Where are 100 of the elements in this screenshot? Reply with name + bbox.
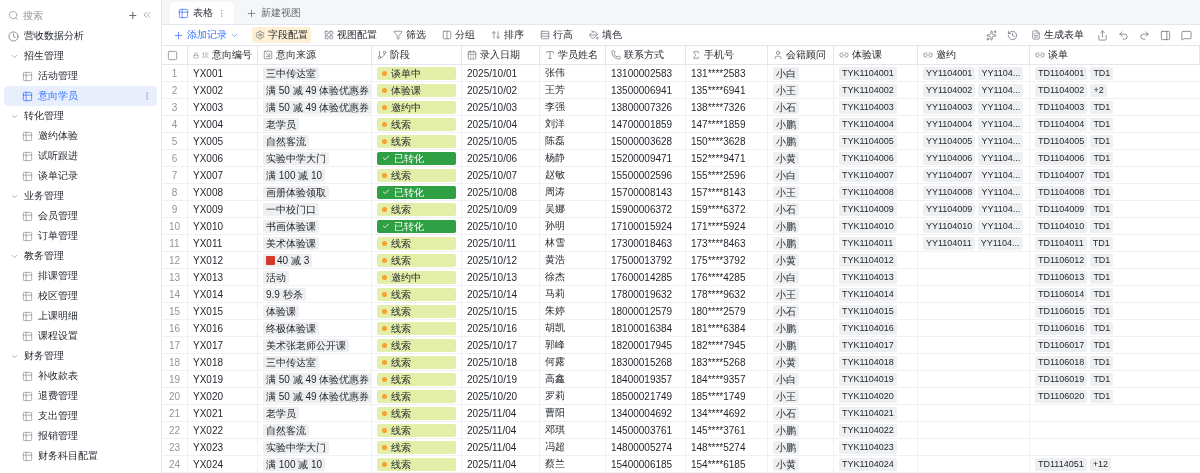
nav-item[interactable]: 营收数据分析 [4,26,157,46]
invite-tag: YY1104007 [923,168,976,182]
nav-item[interactable]: 活动管理 [4,66,157,86]
nav-item[interactable]: 意向学员 [4,86,157,106]
advisor-tag: 小白 [773,168,799,182]
nav-item[interactable]: 订单管理 [4,226,157,246]
view-tab[interactable]: 新建视图 [238,2,309,24]
nav-item[interactable]: 补收款表 [4,366,157,386]
field-type-icon [691,50,701,60]
nav-item[interactable]: 财务科目配置 [4,446,157,466]
row-number: 24 [168,458,181,470]
advisor-tag: 小鹏 [773,219,799,233]
nav-group[interactable]: 招生管理 [4,46,157,66]
date-text: 2025/10/20 [467,390,518,402]
field-type-icon [923,50,933,60]
date-text: 2025/10/02 [467,84,518,96]
toolbar-button[interactable]: 行高 [537,27,576,43]
stage-tag: 线索 [377,202,456,216]
stage-tag: 邀约中 [377,270,456,284]
stage-tag: 线索 [377,253,456,267]
column-header[interactable]: 录入日期 [480,48,520,62]
row-number: 20 [168,390,181,402]
row-number: 14 [168,288,181,300]
record-id: YX013 [193,271,224,283]
column-header[interactable]: 意向编号 [212,48,252,62]
toolbar-button[interactable]: 填色 [586,27,625,43]
column-header[interactable]: 体验课 [852,48,882,62]
nav-group[interactable]: 转化管理 [4,106,157,126]
nav-item[interactable]: 排课管理 [4,266,157,286]
deal-tag: TD1104005 [1035,134,1088,148]
trial-tag: TYK1104013 [839,270,897,284]
toolbar-button[interactable]: 视图配置 [321,27,380,43]
nav-group[interactable]: 业务管理 [4,186,157,206]
nav-item[interactable]: 会员管理 [4,206,157,226]
advisor-tag: 小王 [773,83,799,97]
add-button[interactable]: + [128,8,137,22]
toolbar-icon [324,30,334,40]
lock-icon [193,50,200,60]
stage-tag: 线索 [377,355,456,369]
contact-text: 14700001859 [611,118,673,130]
sparkle-icon [986,29,997,41]
status-dot [382,359,387,365]
toolbar-button[interactable]: 筛选 [390,27,429,43]
invite-tag: YY1104... [978,151,1024,165]
toolbar-button[interactable]: 字段配置 [252,27,311,43]
deal-tag: TD1106012 [1035,253,1088,267]
nav-item[interactable]: 上课明细 [4,306,157,326]
invite-tag: YY1104... [978,134,1024,148]
deal-tag: TD1106018 [1035,355,1088,369]
column-header[interactable]: 邀约 [936,48,956,62]
status-dot [382,342,387,348]
nav-group[interactable]: 教务管理 [4,246,157,266]
deal-tag: TD1 [1090,202,1114,216]
view-tab[interactable]: 表格 [170,2,234,24]
phone-text: 181****6384 [691,322,746,334]
generate-form-button[interactable]: 生成表单 [1028,27,1087,43]
date-text: 2025/10/04 [467,118,518,130]
column-header[interactable]: 谈单 [1048,48,1068,62]
contact-text: 17600014285 [611,271,673,283]
date-text: 2025/11/04 [467,407,517,419]
record-id: YX024 [193,458,224,470]
phone-text: 184****9357 [691,373,746,385]
nav-item[interactable]: 报销管理 [4,426,157,446]
column-header[interactable]: 手机号 [704,48,734,62]
student-name: 曹阳 [545,406,565,420]
stage-tag: 已转化 [377,219,456,233]
nav-item[interactable]: 校区管理 [4,286,157,306]
column-header[interactable]: 会籍顾问 [786,48,826,62]
nav-item[interactable]: 退费管理 [4,386,157,406]
column-header[interactable]: 联系方式 [624,48,664,62]
column-header[interactable]: 阶段 [390,48,410,62]
toolbar-button[interactable]: 排序 [488,27,527,43]
stage-tag: 线索 [377,134,456,148]
contact-text: 18200017945 [611,339,673,351]
add-record-button[interactable]: 添加记录 [170,27,242,43]
column-header[interactable]: 意向来源 [276,48,316,62]
nav-group[interactable]: 财务管理 [4,346,157,366]
nav-item[interactable]: 谈单记录 [4,166,157,186]
deal-tag: TD1104004 [1035,117,1088,131]
toolbar-button[interactable]: 分组 [439,27,478,43]
student-name: 徐杰 [545,270,565,284]
deal-tag: +12 [1089,457,1111,471]
advisor-tag: 小白 [773,270,799,284]
column-header[interactable]: 学员姓名 [558,48,598,62]
invite-tag: YY1104... [978,202,1024,216]
student-name: 王芳 [545,83,565,97]
nav-item[interactable]: 课程设置 [4,326,157,346]
phone-text: 185****1749 [691,390,746,402]
source-tag: 美术体验课 [263,236,319,250]
deal-tag: TD1106013 [1035,270,1088,284]
select-all-checkbox[interactable] [167,49,178,61]
invite-tag: YY1104008 [923,185,976,199]
row-number: 9 [171,203,178,215]
nav-item[interactable]: 支出管理 [4,406,157,426]
row-number: 23 [168,441,181,453]
deal-tag: TD1106015 [1035,304,1088,318]
stage-tag: 线索 [377,440,456,454]
stage-tag: 线索 [377,287,456,301]
nav-item[interactable]: 邀约体验 [4,126,157,146]
nav-item[interactable]: 试听跟进 [4,146,157,166]
